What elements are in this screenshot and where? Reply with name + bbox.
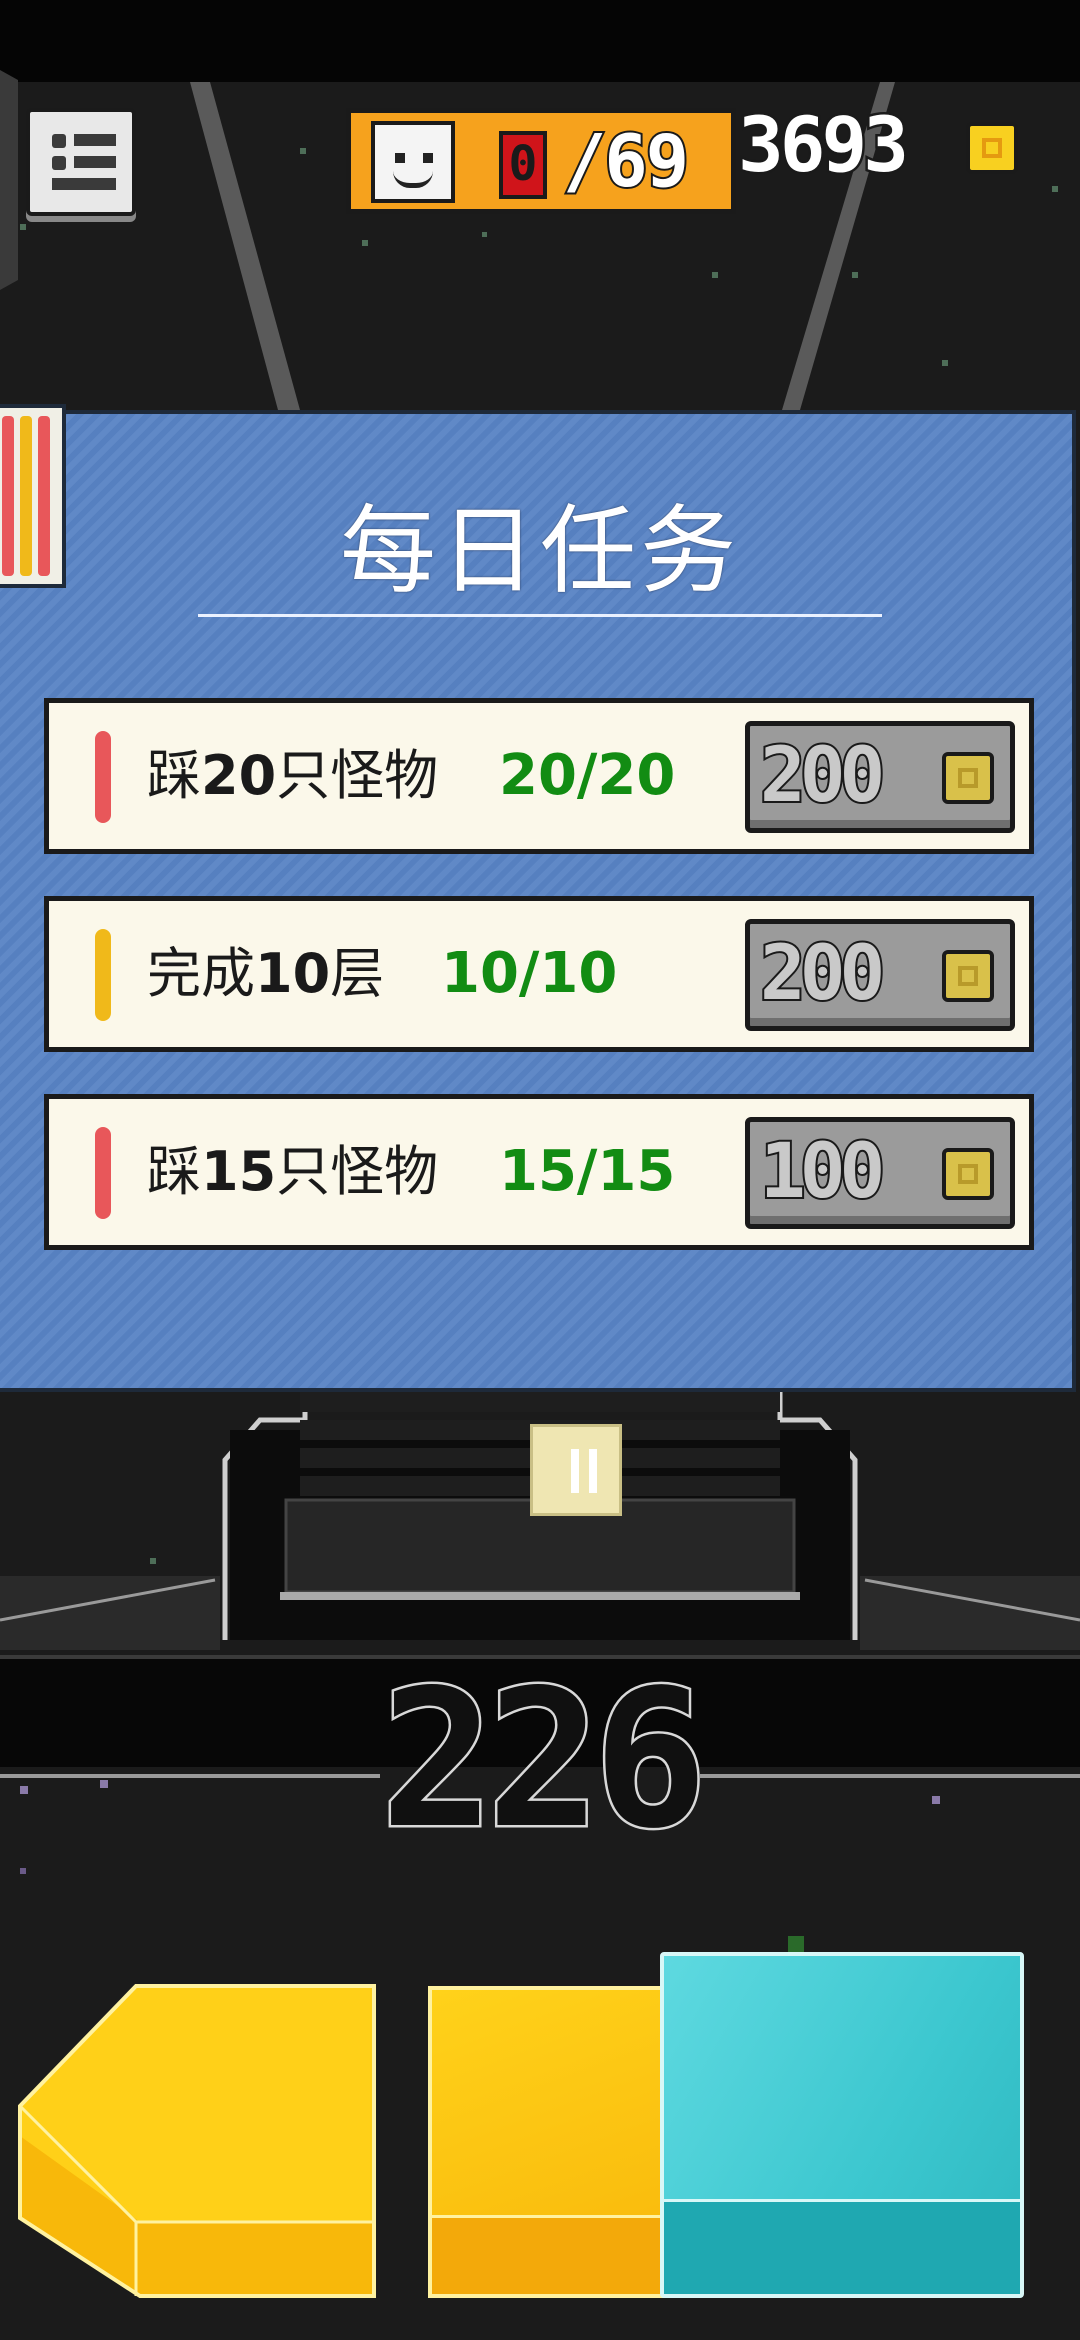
coin-icon — [942, 1148, 994, 1200]
quest-progress: 20/20 — [499, 743, 676, 808]
menu-button[interactable] — [26, 108, 136, 216]
quest-marker — [95, 929, 111, 1021]
coin-icon — [942, 752, 994, 804]
quest-description: 完成10层 — [147, 942, 385, 1005]
reward-amount: 200 — [758, 928, 887, 1018]
claim-reward-button[interactable]: 200 — [745, 919, 1015, 1031]
claim-reward-button[interactable]: 200 — [745, 721, 1015, 833]
quest-row: 完成10层 10/10 200 — [44, 896, 1034, 1052]
reward-amount: 100 — [758, 1126, 887, 1216]
action-button[interactable] — [660, 1952, 1024, 2298]
quest-progress: 10/10 — [441, 941, 618, 1006]
monster-collection-counter[interactable]: 0 /69 — [346, 108, 736, 214]
quest-progress: 15/15 — [499, 1139, 676, 1204]
quest-description: 踩20只怪物 — [147, 744, 439, 807]
floor-counter: 226 — [378, 1649, 710, 1870]
player-character — [530, 1424, 622, 1516]
claim-reward-button[interactable]: 100 — [745, 1117, 1015, 1229]
quest-marker — [95, 731, 111, 823]
title-underline — [198, 614, 882, 617]
quest-description: 踩15只怪物 — [147, 1140, 439, 1203]
jump-button[interactable] — [428, 1986, 668, 2298]
coin-icon — [942, 950, 994, 1002]
coin-icon — [966, 122, 1018, 174]
quest-marker — [95, 1127, 111, 1219]
coin-balance: 3693 — [735, 98, 911, 192]
monsters-found-count: 0 — [499, 131, 547, 199]
monster-face-icon — [371, 121, 455, 203]
monsters-total-count: /69 — [561, 117, 691, 205]
move-left-button[interactable] — [20, 1986, 376, 2298]
quest-row: 踩15只怪物 15/15 100 — [44, 1094, 1034, 1250]
panel-title: 每日任务 — [340, 495, 740, 607]
quest-row: 踩20只怪物 20/20 200 — [44, 698, 1034, 854]
reward-amount: 200 — [758, 730, 887, 820]
